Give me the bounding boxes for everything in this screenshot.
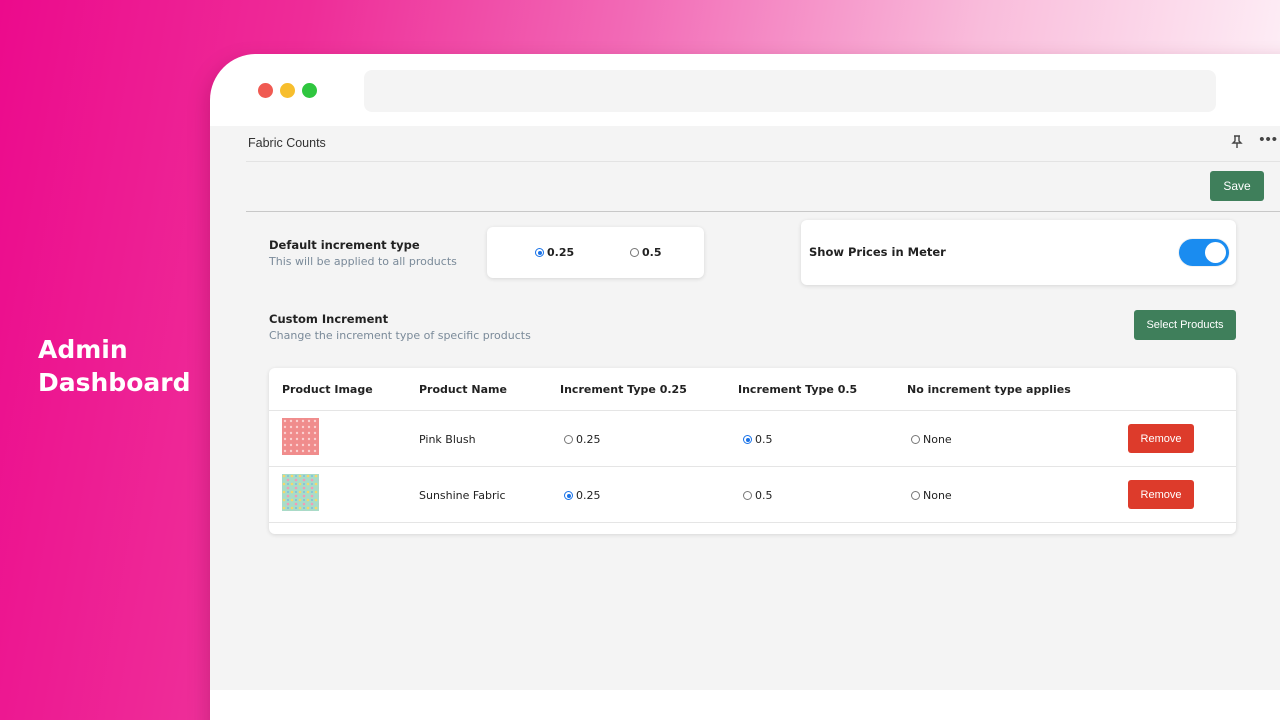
app-topbar: Fabric Counts •••: [246, 126, 1280, 162]
radio[interactable]: [564, 491, 573, 500]
show-prices-card: Show Prices in Meter: [801, 220, 1236, 285]
row1-option-none[interactable]: None: [911, 433, 952, 446]
minimize-window-dot[interactable]: [280, 83, 295, 98]
header-divider: [246, 211, 1280, 212]
maximize-window-dot[interactable]: [302, 83, 317, 98]
products-table: Product Image Product Name Increment Typ…: [269, 368, 1236, 534]
row2-option-none[interactable]: None: [911, 489, 952, 502]
col-header-inc-05: Increment Type 0.5: [738, 383, 858, 396]
col-header-name: Product Name: [419, 383, 507, 396]
product-name: Pink Blush: [419, 433, 476, 446]
option-label: None: [923, 433, 952, 446]
radio[interactable]: [743, 491, 752, 500]
radio-025[interactable]: [535, 248, 544, 257]
option-label: 0.25: [576, 433, 601, 446]
product-name: Sunshine Fabric: [419, 489, 506, 502]
option-label: 0.5: [755, 433, 773, 446]
col-header-inc-025: Increment Type 0.25: [560, 383, 687, 396]
address-bar[interactable]: [364, 70, 1216, 112]
close-window-dot[interactable]: [258, 83, 273, 98]
default-increment-option-05[interactable]: 0.5: [630, 246, 662, 259]
page-title: Fabric Counts: [248, 136, 326, 150]
option-label: None: [923, 489, 952, 502]
product-thumbnail-pink-blush: [282, 418, 319, 455]
more-options-icon[interactable]: •••: [1259, 132, 1278, 148]
product-thumbnail-sunshine-fabric: [282, 474, 319, 511]
pin-icon[interactable]: [1230, 134, 1244, 150]
toggle-knob: [1205, 242, 1226, 263]
row2-option-05[interactable]: 0.5: [743, 489, 773, 502]
radio[interactable]: [564, 435, 573, 444]
row1-option-025[interactable]: 0.25: [564, 433, 601, 446]
radio[interactable]: [911, 435, 920, 444]
select-products-button[interactable]: Select Products: [1134, 310, 1236, 340]
default-increment-label: Default increment type: [269, 238, 420, 252]
col-header-image: Product Image: [282, 383, 373, 396]
browser-window: Fabric Counts ••• Save Default increment…: [210, 54, 1280, 720]
row1-option-05[interactable]: 0.5: [743, 433, 773, 446]
table-row: Pink Blush 0.25 0.5 None Remove: [269, 410, 1236, 466]
show-prices-label: Show Prices in Meter: [809, 245, 946, 259]
option-label: 0.5: [755, 489, 773, 502]
default-increment-option-025[interactable]: 0.25: [535, 246, 574, 259]
custom-increment-label: Custom Increment: [269, 312, 389, 326]
default-increment-sub: This will be applied to all products: [269, 255, 457, 268]
table-footer-divider: [269, 522, 1236, 523]
radio[interactable]: [911, 491, 920, 500]
save-button[interactable]: Save: [1210, 171, 1264, 201]
custom-increment-sub: Change the increment type of specific pr…: [269, 329, 531, 342]
col-header-none: No increment type applies: [907, 383, 1071, 396]
default-increment-card: 0.25 0.5: [487, 227, 704, 278]
table-row: Sunshine Fabric 0.25 0.5 None Remove: [269, 466, 1236, 522]
remove-button[interactable]: Remove: [1128, 424, 1194, 453]
hero-title-line2: Dashboard: [38, 368, 191, 397]
radio-05[interactable]: [630, 248, 639, 257]
radio[interactable]: [743, 435, 752, 444]
option-label: 0.25: [576, 489, 601, 502]
remove-button[interactable]: Remove: [1128, 480, 1194, 509]
hero-title-line1: Admin: [38, 335, 128, 364]
app-content: Fabric Counts ••• Save Default increment…: [210, 126, 1280, 690]
row2-option-025[interactable]: 0.25: [564, 489, 601, 502]
hero-title: Admin Dashboard: [38, 333, 190, 399]
show-prices-toggle[interactable]: [1179, 239, 1229, 266]
